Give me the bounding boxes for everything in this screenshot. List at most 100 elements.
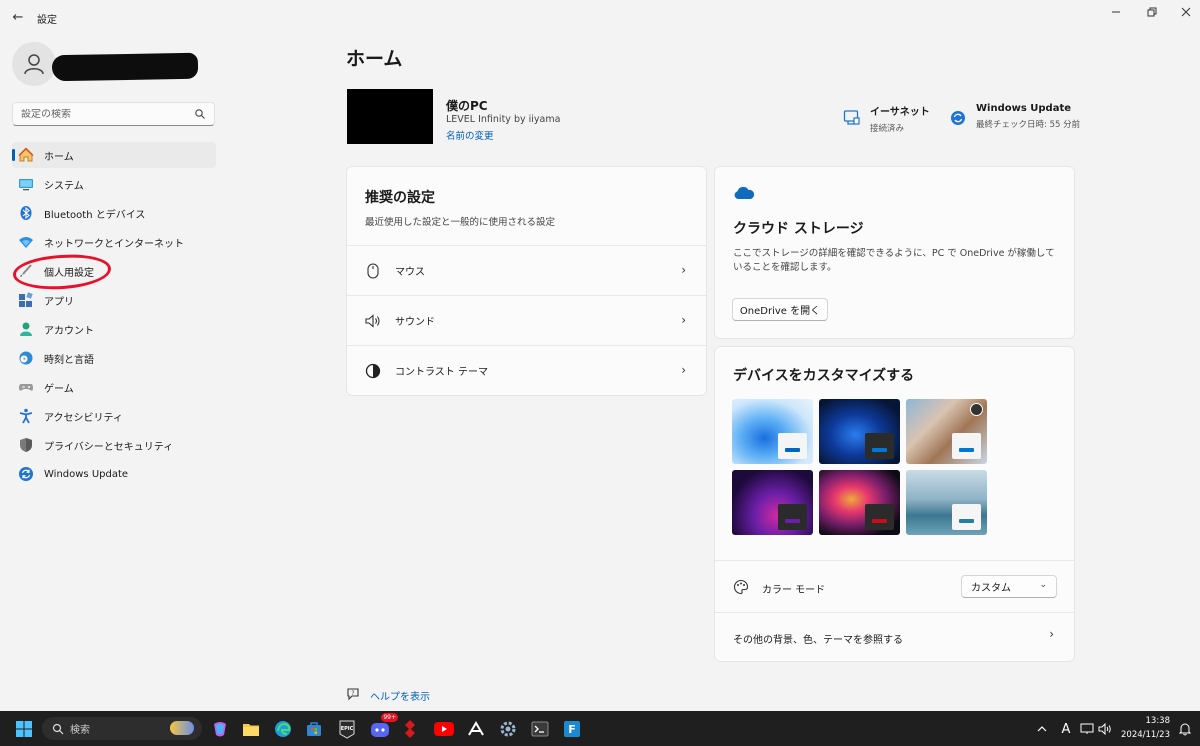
clock-date[interactable]: 2024/11/23 (1120, 730, 1170, 740)
windows-update-status[interactable]: Windows Update 最終チェック日時: 55 分前 (948, 103, 1080, 130)
rename-link[interactable]: 名前の変更 (446, 128, 494, 142)
epic-games-icon[interactable]: EPIC (335, 717, 359, 741)
recommended-item-contrast[interactable]: コントラスト テーマ › (347, 345, 706, 395)
theme-captured-motion[interactable] (819, 470, 900, 535)
minimize-button[interactable] (1102, 5, 1130, 19)
pc-thumbnail (347, 89, 433, 144)
help-link[interactable]: ? ヘルプを表示 (346, 687, 430, 704)
sidebar-item-time-language[interactable]: 時刻と言語 (12, 345, 216, 371)
start-button[interactable] (12, 717, 36, 741)
cloud-storage-card: クラウド ストレージ ここでストレージの詳細を確認できるように、PC で One… (714, 166, 1075, 339)
status-subtitle: 接続済み (870, 124, 905, 134)
card-title: デバイスをカスタマイズする (733, 368, 915, 384)
close-button[interactable] (1172, 5, 1200, 19)
theme-glow[interactable] (732, 470, 813, 535)
help-label: ヘルプを表示 (370, 692, 430, 703)
network-tray-icon[interactable] (1078, 717, 1096, 741)
sidebar-item-personalization[interactable]: 個人用設定 (12, 258, 216, 284)
gamepad-icon (18, 379, 34, 395)
clock-time[interactable]: 13:38 (1120, 716, 1171, 726)
edge-browser-icon[interactable] (271, 717, 295, 741)
color-mode-value: カスタム (971, 583, 1011, 594)
pc-model: LEVEL Infinity by iiyama (446, 114, 561, 125)
browse-themes-label: その他の背景、色、テーマを参照する (733, 635, 903, 646)
theme-windows-dark[interactable] (819, 399, 900, 464)
back-button[interactable]: ← (10, 9, 26, 25)
recommended-item-label: マウス (395, 267, 425, 278)
theme-preview-window (952, 504, 981, 530)
theme-photo[interactable] (906, 399, 987, 464)
speaker-icon (365, 313, 381, 329)
copilot-icon[interactable] (208, 717, 232, 741)
status-subtitle: 最終チェック日時: 55 分前 (976, 120, 1081, 130)
sidebar-item-system[interactable]: システム (12, 171, 216, 197)
store-icon[interactable] (302, 717, 326, 741)
notification-badge: 99+ (381, 713, 398, 722)
spotlight-icon (970, 403, 983, 416)
mouse-icon (365, 262, 381, 279)
file-explorer-icon[interactable] (239, 717, 263, 741)
palette-icon (733, 579, 749, 598)
taskbar: 検索 EPIC 99+ F A 13:38 2024/11/23 (0, 711, 1200, 746)
card-body: ここでストレージの詳細を確認できるように、PC で OneDrive が稼働して… (733, 248, 1055, 273)
notification-bell-icon[interactable] (1176, 717, 1194, 741)
sidebar-item-label: プライバシーとセキュリティ (44, 441, 174, 453)
theme-preview-window (865, 504, 894, 530)
sidebar-item-apps[interactable]: アプリ (12, 287, 216, 313)
sidebar-item-accessibility[interactable]: アクセシビリティ (12, 403, 216, 429)
chevron-down-icon: ⌄ (1039, 580, 1047, 590)
chevron-right-icon: › (681, 313, 686, 327)
recommended-item-sound[interactable]: サウンド › (347, 295, 706, 345)
taskbar-search[interactable]: 検索 (42, 717, 202, 740)
sidebar-item-windows-update[interactable]: Windows Update (12, 461, 216, 487)
sidebar-item-network[interactable]: ネットワークとインターネット (12, 229, 216, 255)
restore-button[interactable] (1138, 5, 1166, 19)
terminal-icon[interactable] (528, 717, 552, 741)
windows-logo-icon (16, 721, 32, 737)
restore-icon (1147, 7, 1157, 17)
network-icon (18, 234, 34, 250)
user-profile[interactable] (12, 40, 212, 88)
browse-themes-link[interactable]: その他の背景、色、テーマを参照する › (715, 613, 1074, 661)
app-icon[interactable] (464, 717, 488, 741)
title-bar: ← 設定 (0, 0, 1200, 34)
sidebar-item-accounts[interactable]: アカウント (12, 316, 216, 342)
chevron-right-icon: › (1049, 627, 1054, 641)
theme-flow[interactable] (906, 470, 987, 535)
card-title: クラウド ストレージ (733, 221, 864, 237)
brush-icon (18, 263, 34, 279)
window-title: 設定 (37, 15, 57, 26)
update-icon (948, 107, 968, 129)
card-subtitle: 最近使用した設定と一般的に使用される設定 (365, 217, 556, 228)
ethernet-status[interactable]: イーサネット 接続済み (842, 103, 930, 134)
home-icon (18, 147, 34, 163)
discord-icon[interactable]: 99+ (368, 713, 398, 741)
recommended-item-mouse[interactable]: マウス › (347, 245, 706, 295)
chevron-right-icon: › (681, 263, 686, 277)
color-mode-dropdown[interactable]: カスタム ⌄ (961, 575, 1057, 598)
sidebar-item-label: Windows Update (44, 468, 129, 480)
svg-text:EPIC: EPIC (341, 726, 354, 732)
theme-preview-window (778, 504, 807, 530)
volume-icon[interactable] (1096, 717, 1114, 741)
search-input[interactable] (21, 108, 191, 120)
bluetooth-icon (18, 205, 34, 221)
settings-app-icon[interactable] (496, 717, 520, 741)
theme-windows-light[interactable] (732, 399, 813, 464)
open-onedrive-button[interactable]: OneDrive を開く (732, 298, 828, 321)
accessibility-icon (18, 408, 34, 424)
red-app-icon[interactable] (398, 717, 422, 741)
sidebar-item-privacy[interactable]: プライバシーとセキュリティ (12, 432, 216, 458)
sidebar-item-bluetooth[interactable]: Bluetooth とデバイス (12, 200, 216, 226)
sidebar-item-label: ネットワークとインターネット (44, 238, 184, 250)
youtube-icon[interactable] (432, 717, 456, 741)
svg-text:F: F (568, 723, 576, 736)
chevron-up-icon[interactable] (1032, 717, 1052, 741)
settings-search[interactable] (12, 102, 215, 126)
ime-indicator[interactable]: A (1056, 717, 1076, 741)
blue-app-icon[interactable]: F (560, 717, 584, 741)
onedrive-icon (733, 186, 755, 203)
sidebar-item-gaming[interactable]: ゲーム (12, 374, 216, 400)
sidebar-item-label: ゲーム (44, 383, 74, 395)
sidebar-item-home[interactable]: ホーム (12, 142, 216, 168)
